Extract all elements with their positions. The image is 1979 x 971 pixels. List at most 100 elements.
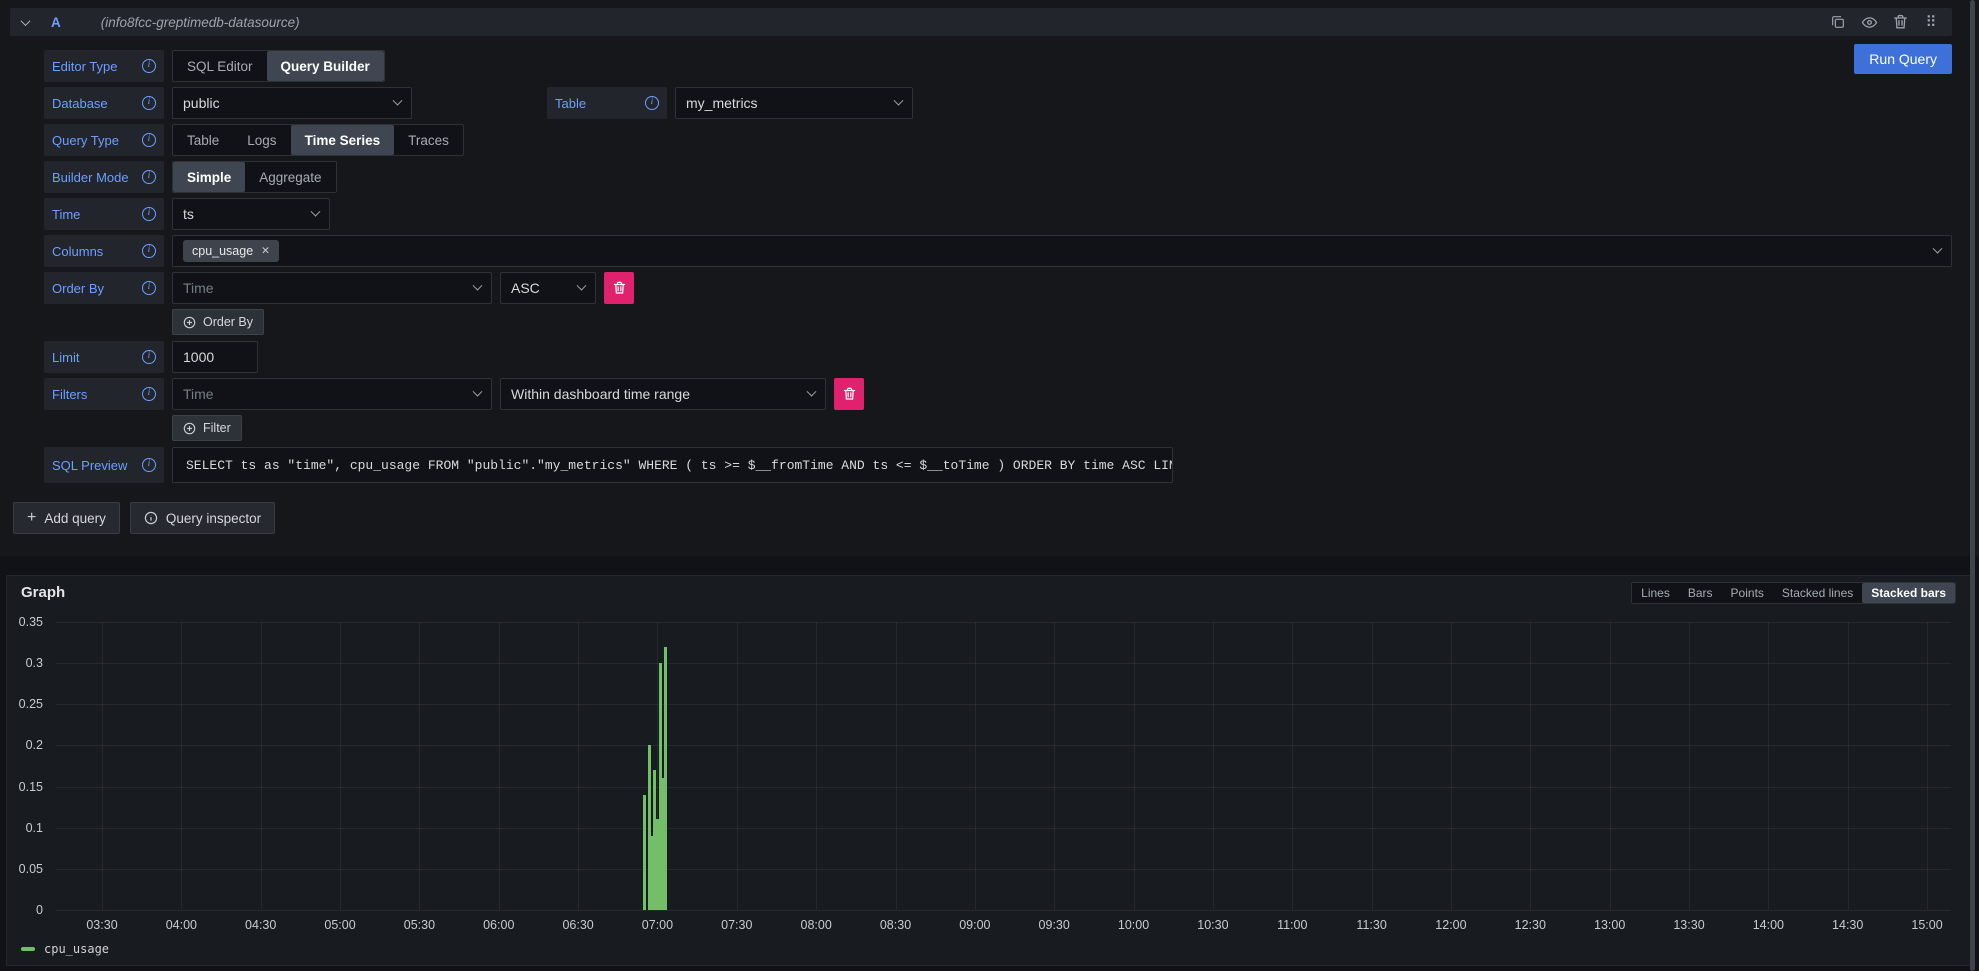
filter-field-select[interactable]: Time <box>172 378 492 410</box>
info-icon[interactable]: i <box>142 59 156 73</box>
info-icon[interactable]: i <box>645 96 659 110</box>
field-label-order-by: Order By i <box>44 272 164 304</box>
field-label-text: Query Type <box>52 133 119 148</box>
hide-response-eye-icon[interactable] <box>1860 14 1878 31</box>
order-by-field-select[interactable]: Time <box>172 272 492 304</box>
info-icon[interactable]: i <box>142 170 156 184</box>
option-bars[interactable]: Bars <box>1679 583 1722 603</box>
add-query-button[interactable]: + Add query <box>13 502 120 534</box>
option-query-builder[interactable]: Query Builder <box>267 51 384 81</box>
x-tick-label: 05:30 <box>404 918 435 932</box>
x-axis-labels: 03:3004:0004:3005:0005:3006:0006:3007:00… <box>56 918 1951 934</box>
info-icon[interactable]: i <box>142 350 156 364</box>
option-table[interactable]: Table <box>173 125 233 155</box>
builder-mode-toggle: SimpleAggregate <box>172 161 337 193</box>
order-direction-select[interactable]: ASC <box>500 272 596 304</box>
field-label-limit: Limit i <box>44 341 164 373</box>
plot-area[interactable] <box>56 622 1951 910</box>
field-label-filters: Filters i <box>44 378 164 410</box>
info-icon[interactable]: i <box>142 244 156 258</box>
bar-cpu_usage <box>643 795 646 910</box>
y-tick-label: 0.3 <box>26 656 43 670</box>
field-label-database: Database i <box>44 87 164 119</box>
remove-column-icon[interactable]: ✕ <box>261 245 270 257</box>
query-row-header[interactable]: A (info8fcc-greptimedb-datasource) ⠿ <box>10 8 1952 36</box>
option-stacked-lines[interactable]: Stacked lines <box>1773 583 1862 603</box>
y-gridline <box>56 910 1951 911</box>
x-gridline <box>1134 622 1135 910</box>
add-query-label: Add query <box>44 511 106 526</box>
x-gridline <box>816 622 817 910</box>
table-select[interactable]: my_metrics <box>675 87 913 119</box>
info-icon[interactable]: i <box>142 133 156 147</box>
panel-title: Graph <box>21 584 65 601</box>
form-row-filters: Filters i Time Within dashboard time ran… <box>44 378 1952 410</box>
columns-multiselect[interactable]: cpu_usage ✕ <box>172 235 1952 267</box>
chevron-down-icon <box>577 280 587 290</box>
option-points[interactable]: Points <box>1722 583 1773 603</box>
field-label-text: Limit <box>52 350 79 365</box>
limit-input[interactable] <box>172 341 258 373</box>
remove-filter-button[interactable] <box>834 378 864 410</box>
database-select[interactable]: public <box>172 87 412 119</box>
circle-plus-icon <box>183 422 196 435</box>
field-label-builder-mode: Builder Mode i <box>44 161 164 193</box>
info-icon[interactable]: i <box>142 458 156 472</box>
option-sql-editor[interactable]: SQL Editor <box>173 51 267 81</box>
selected-value: my_metrics <box>686 95 885 111</box>
option-lines[interactable]: Lines <box>1632 583 1679 603</box>
delete-query-icon[interactable] <box>1891 14 1909 30</box>
time-column-select[interactable]: ts <box>172 198 330 230</box>
add-filter-button[interactable]: Filter <box>172 415 242 441</box>
info-icon[interactable]: i <box>142 387 156 401</box>
y-axis-labels: 00.050.10.150.20.250.30.35 <box>7 622 49 910</box>
info-icon[interactable]: i <box>142 96 156 110</box>
duplicate-query-icon[interactable] <box>1829 14 1847 30</box>
x-gridline <box>181 622 182 910</box>
field-label-text: SQL Preview <box>52 458 127 473</box>
option-simple[interactable]: Simple <box>173 162 245 192</box>
option-time-series[interactable]: Time Series <box>291 125 395 155</box>
collapse-chevron-down-icon[interactable] <box>21 16 31 26</box>
x-tick-label: 12:30 <box>1515 918 1546 932</box>
remove-order-by-button[interactable] <box>604 272 634 304</box>
x-tick-label: 03:30 <box>86 918 117 932</box>
x-gridline <box>1610 622 1611 910</box>
filter-value-select[interactable]: Within dashboard time range <box>500 378 826 410</box>
info-icon[interactable]: i <box>142 207 156 221</box>
x-tick-label: 04:00 <box>166 918 197 932</box>
query-footer: + Add query Query inspector <box>10 502 1952 534</box>
query-ref-id: A <box>51 15 61 30</box>
drag-handle-icon[interactable]: ⠿ <box>1922 15 1940 30</box>
column-chip-label: cpu_usage <box>192 244 253 258</box>
chevron-down-icon <box>894 95 904 105</box>
field-label-text: Builder Mode <box>52 170 129 185</box>
trash-icon <box>613 281 626 295</box>
run-query-button[interactable]: Run Query <box>1854 44 1952 74</box>
option-stacked-bars[interactable]: Stacked bars <box>1862 583 1955 603</box>
option-traces[interactable]: Traces <box>394 125 463 155</box>
add-order-by-button[interactable]: Order By <box>172 309 264 335</box>
scrollbar[interactable] <box>1970 0 1975 971</box>
chevron-down-icon <box>473 280 483 290</box>
bar-cpu_usage <box>664 647 667 910</box>
x-gridline <box>896 622 897 910</box>
x-tick-label: 08:00 <box>801 918 832 932</box>
column-chip[interactable]: cpu_usage ✕ <box>183 240 279 262</box>
field-label-text: Database <box>52 96 108 111</box>
info-icon[interactable]: i <box>142 281 156 295</box>
option-aggregate[interactable]: Aggregate <box>245 162 335 192</box>
selected-value: public <box>183 95 384 111</box>
field-label-text: Columns <box>52 244 103 259</box>
query-inspector-label: Query inspector <box>166 511 261 526</box>
x-gridline <box>1768 622 1769 910</box>
selected-value: ASC <box>511 280 568 296</box>
option-logs[interactable]: Logs <box>233 125 290 155</box>
field-label-columns: Columns i <box>44 235 164 267</box>
query-inspector-button[interactable]: Query inspector <box>130 502 275 534</box>
legend-item-cpu-usage[interactable]: cpu_usage <box>21 942 109 956</box>
x-gridline <box>499 622 500 910</box>
x-tick-label: 05:00 <box>324 918 355 932</box>
form-row-builder-mode: Builder Mode i SimpleAggregate <box>44 161 1952 193</box>
x-gridline <box>1848 622 1849 910</box>
